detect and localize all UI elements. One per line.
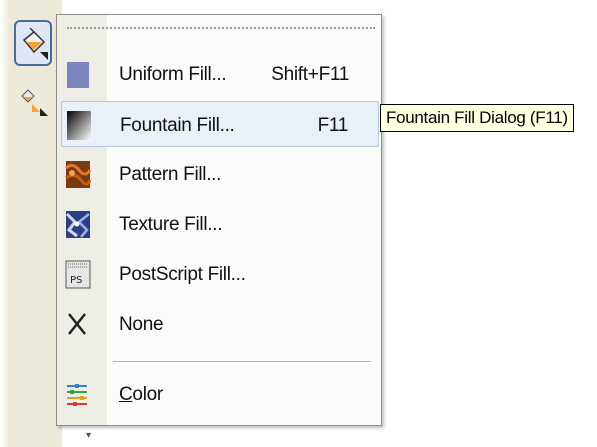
color-icon [67, 384, 87, 406]
svg-text:PS: PS [70, 275, 82, 286]
menu-item-label: PostScript Fill... [119, 264, 246, 285]
menu-item-uniform-fill[interactable]: Uniform Fill... Shift+F11 [61, 51, 379, 97]
texture-fill-icon [65, 211, 90, 238]
fountain-fill-icon [67, 111, 91, 140]
postscript-fill-icon: PS [65, 260, 91, 289]
menu-item-postscript-fill[interactable]: PS PostScript Fill... [61, 251, 379, 297]
menu-item-label: None [119, 314, 164, 335]
none-icon [68, 313, 86, 335]
toolbox [0, 0, 62, 447]
interactive-fill-tool-button[interactable] [18, 86, 52, 120]
tear-off-handle[interactable] [67, 27, 375, 29]
menu-item-label: Fountain Fill... [120, 115, 235, 136]
uniform-fill-icon [67, 62, 89, 88]
menu-item-label: Texture Fill... [119, 214, 223, 235]
menu-item-texture-fill[interactable]: Texture Fill... [61, 201, 379, 247]
menu-item-pattern-fill[interactable]: Pattern Fill... [61, 151, 379, 197]
menu-item-none[interactable]: None [61, 301, 379, 347]
menu-item-shortcut: F11 [317, 115, 349, 136]
menu-item-fountain-fill[interactable]: Fountain Fill... F11 [61, 101, 379, 147]
menu-item-label: Color [119, 384, 163, 405]
fill-bucket-icon [22, 28, 48, 60]
interactive-fill-icon [21, 89, 48, 116]
menu-item-color[interactable]: Color [61, 371, 379, 417]
scroll-down-arrow[interactable]: ▾ [86, 430, 91, 441]
menu-item-label: Uniform Fill... [119, 64, 227, 85]
pattern-fill-icon [65, 161, 91, 188]
toolbox-edge [0, 0, 10, 447]
menu-separator [113, 361, 371, 363]
menu-item-label: Pattern Fill... [119, 164, 222, 185]
fill-tool-button[interactable] [14, 20, 52, 66]
fill-flyout-menu: Uniform Fill... Shift+F11 Fountain Fill.… [56, 14, 382, 426]
menu-item-shortcut: Shift+F11 [271, 64, 349, 85]
tooltip: Fountain Fill Dialog (F11) [380, 104, 574, 132]
